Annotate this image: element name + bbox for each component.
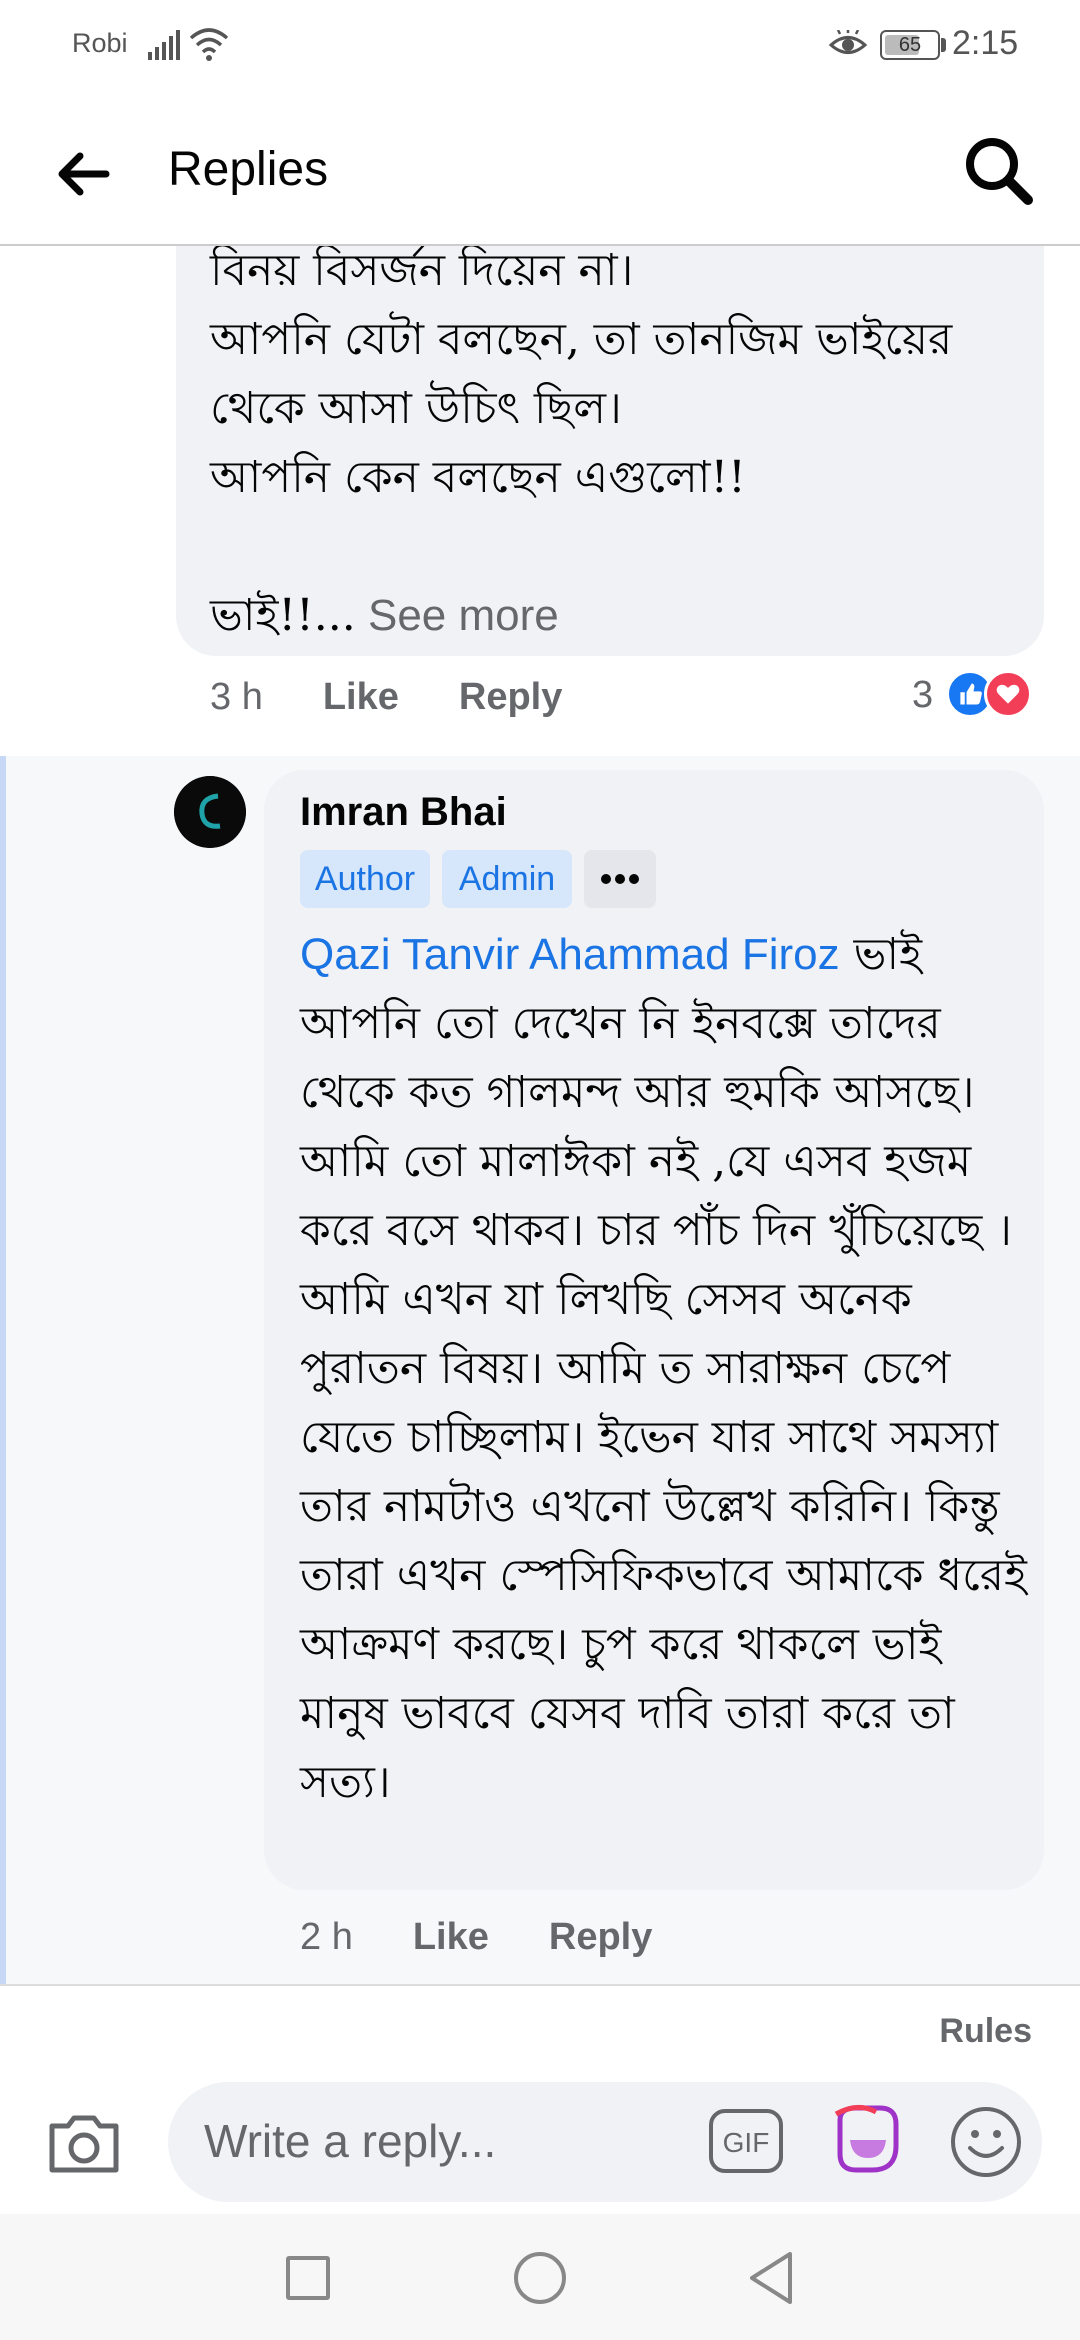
- back-triangle-icon[interactable]: [746, 2250, 798, 2306]
- author-badge: Author: [300, 850, 430, 908]
- love-reaction-icon: [984, 670, 1032, 718]
- page-title: Replies: [168, 143, 329, 196]
- app-header: Replies: [0, 92, 1080, 246]
- reaction-count: 3: [912, 674, 934, 716]
- clock: 2:15: [952, 24, 1019, 62]
- reply-thread: Imran Bhai Author Admin Qazi Tanvir Aham…: [0, 756, 1080, 1984]
- author-name[interactable]: Imran Bhai: [300, 790, 507, 835]
- reply-text: Qazi Tanvir Ahammad Firoz ভাই আপনি তো দে…: [300, 920, 1030, 1817]
- signal-icon: [148, 30, 180, 60]
- reply-bubble[interactable]: Imran Bhai Author Admin Qazi Tanvir Aham…: [264, 770, 1044, 1890]
- thread-indicator: [0, 756, 6, 1984]
- reply-button[interactable]: Reply: [549, 1916, 652, 1959]
- comment-actions: 3 h Like Reply: [210, 676, 622, 719]
- smiley-icon[interactable]: [948, 2104, 1024, 2180]
- sticker-icon[interactable]: [828, 2100, 904, 2180]
- reply-button[interactable]: Reply: [459, 676, 562, 719]
- gif-label: GIF: [723, 2127, 770, 2158]
- comment-body: বিনয় বিসর্জন দিয়েন না। আপনি যেটা বলছেন…: [210, 246, 953, 641]
- home-icon[interactable]: [514, 2252, 566, 2304]
- status-bar: Robi 65 2:15: [0, 0, 1080, 92]
- recents-icon[interactable]: [286, 2256, 330, 2300]
- comment-text: বিনয় বিসর্জন দিয়েন না। আপনি যেটা বলছেন…: [210, 246, 1030, 650]
- battery-level: 65: [898, 34, 922, 56]
- carrier-name: Robi: [72, 28, 128, 58]
- eye-comfort-icon: [828, 30, 868, 54]
- reply-time: 2 h: [300, 1916, 353, 1958]
- reply-body: ভাই আপনি তো দেখেন নি ইনবক্সে তাদের থেকে …: [300, 929, 1041, 1808]
- mention-link[interactable]: Qazi Tanvir Ahammad Firoz: [300, 930, 840, 979]
- system-nav-bar: [0, 2214, 1080, 2340]
- like-button[interactable]: Like: [413, 1916, 489, 1959]
- reply-input[interactable]: [204, 2108, 674, 2174]
- replies-list[interactable]: বিনয় বিসর্জন দিয়েন না। আপনি যেটা বলছেন…: [0, 246, 1080, 1984]
- more-options-icon[interactable]: [584, 850, 656, 908]
- wifi-icon: [189, 28, 229, 61]
- camera-icon[interactable]: [44, 2108, 124, 2178]
- battery-indicator: 65: [880, 30, 940, 60]
- reply-composer: Rules GIF: [0, 1984, 1080, 2214]
- admin-badge: Admin: [442, 850, 572, 908]
- search-icon[interactable]: [954, 126, 1044, 216]
- comment-bubble[interactable]: বিনয় বিসর্জন দিয়েন না। আপনি যেটা বলছেন…: [176, 246, 1044, 656]
- avatar[interactable]: [174, 776, 246, 848]
- reply-input-container[interactable]: GIF: [168, 2082, 1042, 2202]
- see-more-link[interactable]: See more: [356, 591, 559, 640]
- gif-icon[interactable]: GIF: [708, 2108, 784, 2174]
- rules-link[interactable]: Rules: [939, 2012, 1032, 2051]
- reply-actions: 2 h Like Reply: [300, 1916, 712, 1959]
- like-button[interactable]: Like: [323, 676, 399, 719]
- comment-time: 3 h: [210, 676, 263, 718]
- back-arrow-icon[interactable]: [44, 134, 124, 214]
